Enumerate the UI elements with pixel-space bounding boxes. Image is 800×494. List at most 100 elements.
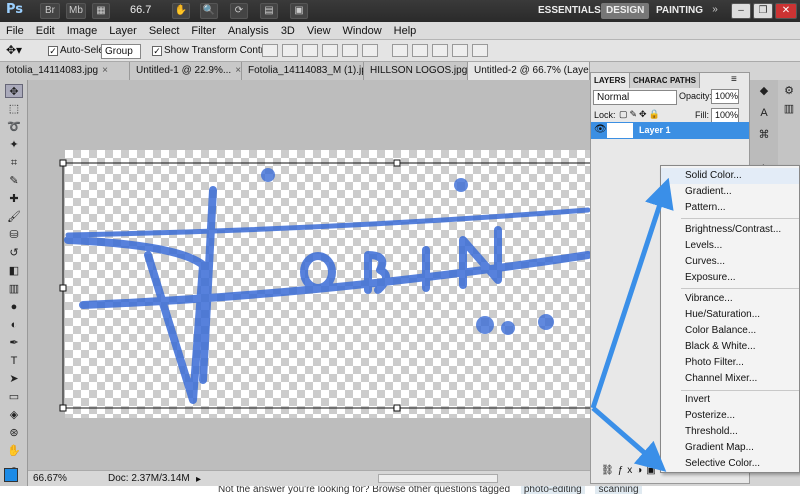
align-left-icon[interactable] xyxy=(322,44,338,57)
menu-help[interactable]: Help xyxy=(388,22,423,40)
zoom-level[interactable]: 66.7 xyxy=(130,4,151,16)
menu-window[interactable]: Window xyxy=(337,22,388,40)
auto-select-dropdown[interactable]: Group xyxy=(101,44,141,59)
distribute-bottom-icon[interactable] xyxy=(432,44,448,57)
menu-item-curves[interactable]: Curves... xyxy=(685,254,725,270)
tab-document-3[interactable]: Fotolia_14114083_M (1).jpg× xyxy=(242,62,364,80)
status-zoom[interactable]: 66.67% xyxy=(33,473,67,484)
menu-select[interactable]: Select xyxy=(143,22,186,40)
auto-select-checkbox[interactable]: ✓ xyxy=(48,46,58,56)
show-transform-checkbox[interactable]: ✓ xyxy=(152,46,162,56)
3d-rotate-icon[interactable]: ◈ xyxy=(5,408,23,422)
menu-3d[interactable]: 3D xyxy=(275,22,301,40)
tab-document-4[interactable]: HILLSON LOGOS.jpg× xyxy=(364,62,468,80)
arrange-documents-icon[interactable]: ▤ xyxy=(260,3,278,19)
menu-view[interactable]: View xyxy=(301,22,337,40)
rotate-view-icon[interactable]: ⟳ xyxy=(230,3,248,19)
status-expand-icon[interactable]: ▸ xyxy=(196,474,201,485)
workspace-essentials[interactable]: ESSENTIALS xyxy=(533,3,606,19)
blend-mode-dropdown[interactable]: Normal xyxy=(593,90,677,105)
layer-name[interactable]: Layer 1 xyxy=(639,125,671,135)
eyedropper-icon[interactable]: ✎ xyxy=(5,174,23,188)
crop-tool-icon[interactable]: ⌗ xyxy=(5,156,23,170)
canvas-area[interactable] xyxy=(28,80,590,470)
move-tool-preset-icon[interactable]: ✥▾ xyxy=(6,43,22,57)
tag-photo-editing[interactable]: photo-editing xyxy=(520,486,585,494)
type-tool-icon[interactable]: T xyxy=(5,354,23,368)
layers-panel-icon[interactable]: ◆ xyxy=(755,84,773,98)
distribute-vcenter-icon[interactable] xyxy=(412,44,428,57)
lasso-tool-icon[interactable]: ➰ xyxy=(5,120,23,134)
history-brush-icon[interactable]: ↺ xyxy=(5,246,23,260)
layer-row[interactable]: 👁 Layer 1 xyxy=(591,122,749,139)
tab-document-active[interactable]: Untitled-2 @ 66.7% (Layer 1, RGB/8) * xyxy=(468,62,590,80)
shape-tool-icon[interactable]: ▭ xyxy=(5,390,23,404)
screen-mode-icon[interactable]: ▣ xyxy=(290,3,308,19)
menu-item-gradient-map[interactable]: Gradient Map... xyxy=(685,440,754,456)
minimize-button[interactable]: – xyxy=(731,3,751,19)
tab-close-icon[interactable]: × xyxy=(235,65,241,76)
tab-layers[interactable]: LAYERS xyxy=(591,73,630,88)
align-right-icon[interactable] xyxy=(362,44,378,57)
distribute-top-icon[interactable] xyxy=(392,44,408,57)
zoom-tool-icon[interactable]: 🔍 xyxy=(200,3,218,19)
hand-icon[interactable]: ✋ xyxy=(172,3,190,19)
tab-close-icon[interactable]: × xyxy=(102,65,108,76)
close-button[interactable]: ✕ xyxy=(775,3,797,19)
fill-field[interactable]: 100% xyxy=(711,108,739,123)
character-panel-icon[interactable]: A xyxy=(755,106,773,120)
workspace-more-icon[interactable]: » xyxy=(708,3,722,19)
menu-item-pattern[interactable]: Pattern... xyxy=(685,200,726,216)
minibridge-button[interactable]: Mb xyxy=(66,3,86,19)
3d-orbit-icon[interactable]: ⊛ xyxy=(5,426,23,440)
tab-document-2[interactable]: Untitled-1 @ 22.9%... × xyxy=(130,62,242,80)
tab-document-1[interactable]: fotolia_14114083.jpg × xyxy=(0,62,130,80)
align-vcenter-icon[interactable] xyxy=(282,44,298,57)
menu-item-hue-saturation[interactable]: Hue/Saturation... xyxy=(685,307,760,323)
menu-item-threshold[interactable]: Threshold... xyxy=(685,424,738,440)
restore-button[interactable]: ❐ xyxy=(753,3,773,19)
align-hcenter-icon[interactable] xyxy=(342,44,358,57)
gradient-tool-icon[interactable]: ▥ xyxy=(5,282,23,296)
menu-image[interactable]: Image xyxy=(61,22,104,40)
opacity-field[interactable]: 100% xyxy=(711,89,739,104)
dock-swatches-icon[interactable]: ▥ xyxy=(780,102,798,116)
paths-panel-icon[interactable]: ⌘ xyxy=(755,128,773,142)
workspace-painting[interactable]: PAINTING xyxy=(651,3,708,19)
menu-layer[interactable]: Layer xyxy=(103,22,143,40)
tab-paths[interactable]: PATHS xyxy=(667,73,700,88)
menu-item-photo-filter[interactable]: Photo Filter... xyxy=(685,355,744,371)
view-extras-icon[interactable]: ▦ xyxy=(92,3,110,19)
hand-tool-icon[interactable]: ✋ xyxy=(5,444,23,458)
menu-item-gradient[interactable]: Gradient... xyxy=(685,184,732,200)
visibility-eye-icon[interactable]: 👁 xyxy=(594,124,607,135)
distribute-left-icon[interactable] xyxy=(452,44,468,57)
menu-item-invert[interactable]: Invert xyxy=(685,392,710,408)
workspace-design[interactable]: DESIGN xyxy=(601,3,650,19)
pen-tool-icon[interactable]: ✒ xyxy=(5,336,23,350)
magic-wand-icon[interactable]: ✦ xyxy=(5,138,23,152)
menu-item-exposure[interactable]: Exposure... xyxy=(685,270,736,286)
lock-icons[interactable]: ▢✎✥🔒 xyxy=(619,109,662,120)
auto-align-icon[interactable] xyxy=(472,44,488,57)
healing-brush-icon[interactable]: ✚ xyxy=(5,192,23,206)
panel-menu-icon[interactable]: ≡ xyxy=(731,74,737,85)
menu-item-levels[interactable]: Levels... xyxy=(685,238,722,254)
horizontal-scrollbar[interactable] xyxy=(378,474,498,483)
menu-item-channel-mixer[interactable]: Channel Mixer... xyxy=(685,371,757,387)
bridge-button[interactable]: Br xyxy=(40,3,60,19)
dock-tools-icon[interactable]: ⚙ xyxy=(780,84,798,98)
move-tool-icon[interactable]: ✥ xyxy=(5,84,23,98)
clone-stamp-icon[interactable]: ⛁ xyxy=(5,228,23,242)
blur-tool-icon[interactable]: ● xyxy=(5,300,23,314)
align-top-icon[interactable] xyxy=(262,44,278,57)
dodge-tool-icon[interactable]: ◐ xyxy=(5,318,23,332)
foreground-color-swatch[interactable] xyxy=(4,468,18,482)
menu-filter[interactable]: Filter xyxy=(185,22,221,40)
menu-item-black-white[interactable]: Black & White... xyxy=(685,339,756,355)
tag-scanning[interactable]: scanning xyxy=(595,486,642,494)
layer-panel-buttons[interactable]: ⛓ƒx◑▣ xyxy=(601,465,660,476)
path-selection-icon[interactable]: ➤ xyxy=(5,372,23,386)
menu-item-posterize[interactable]: Posterize... xyxy=(685,408,735,424)
marquee-tool-icon[interactable]: ⬚ xyxy=(5,102,23,116)
